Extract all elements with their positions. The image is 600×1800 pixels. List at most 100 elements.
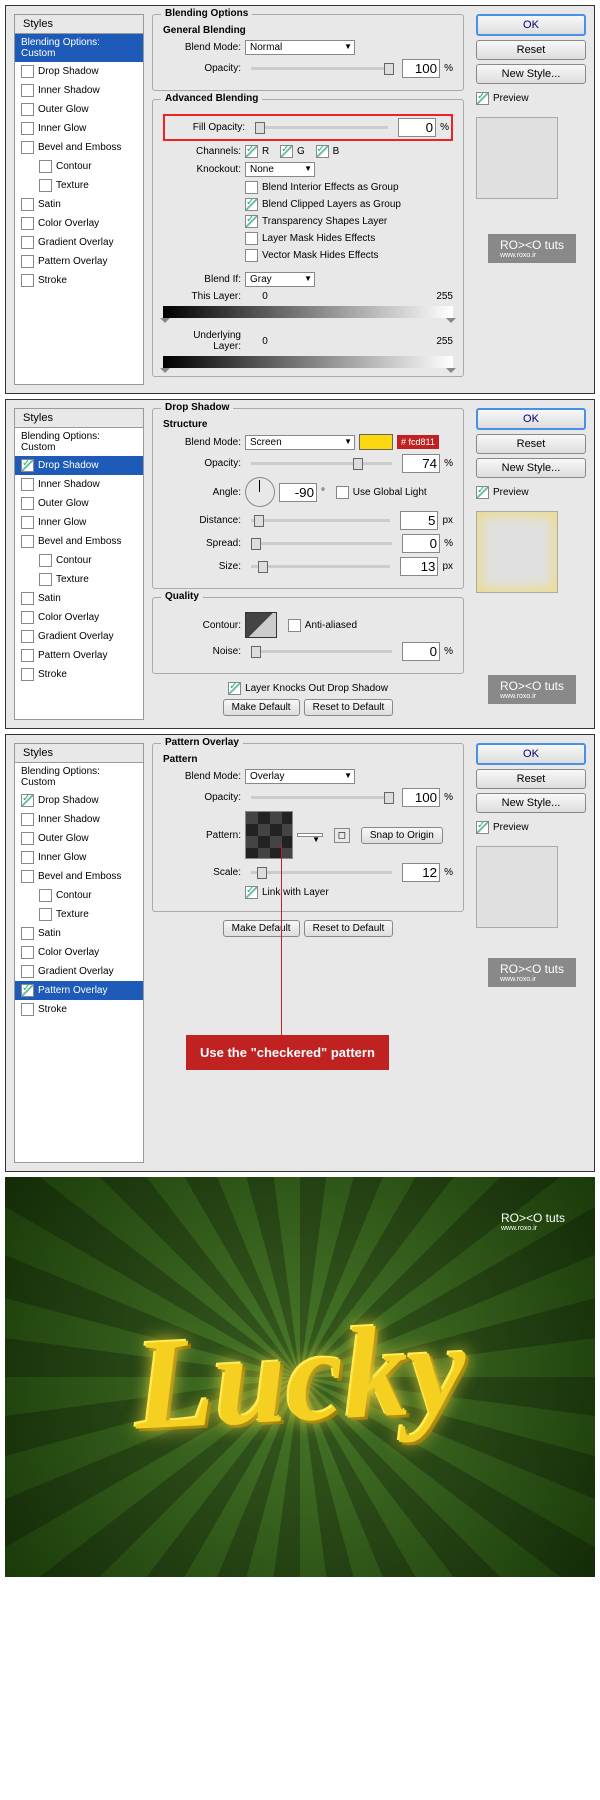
checkbox-icon[interactable] [21, 103, 34, 116]
checkbox-icon[interactable] [39, 179, 52, 192]
reset-button[interactable]: Reset [476, 40, 586, 60]
sidebar-item-gradient-overlay[interactable]: Gradient Overlay [15, 233, 143, 252]
sidebar-item-texture[interactable]: Texture [15, 905, 143, 924]
contour-picker[interactable] [245, 612, 277, 638]
checkbox-icon[interactable] [21, 611, 34, 624]
opacity-input[interactable] [402, 59, 440, 78]
vector-mask-hides-checkbox[interactable] [245, 249, 258, 262]
size-slider[interactable] [251, 565, 390, 568]
checkbox-icon[interactable] [21, 946, 34, 959]
angle-input[interactable] [279, 483, 317, 502]
sidebar-item-stroke[interactable]: Stroke [15, 271, 143, 290]
reset-default-button[interactable]: Reset to Default [304, 920, 394, 937]
new-style-button[interactable]: New Style... [476, 64, 586, 84]
scale-slider[interactable] [251, 871, 392, 874]
sidebar-item-inner-glow[interactable]: Inner Glow [15, 119, 143, 138]
sidebar-item-outer-glow[interactable]: Outer Glow [15, 100, 143, 119]
sidebar-item-outer-glow[interactable]: Outer Glow [15, 494, 143, 513]
checkbox-icon[interactable] [21, 592, 34, 605]
channel-g-checkbox[interactable] [280, 145, 293, 158]
ok-button[interactable]: OK [476, 743, 586, 765]
make-default-button[interactable]: Make Default [223, 920, 300, 937]
blend-clipped-checkbox[interactable] [245, 198, 258, 211]
distance-slider[interactable] [251, 519, 390, 522]
sidebar-item-stroke[interactable]: Stroke [15, 665, 143, 684]
sidebar-item-blending-options[interactable]: Blending Options: Custom [15, 763, 143, 791]
noise-input[interactable] [402, 642, 440, 661]
blend-interior-checkbox[interactable] [245, 181, 258, 194]
sidebar-item-blending-options[interactable]: Blending Options: Custom [15, 428, 143, 456]
knockout-dropdown[interactable]: None [245, 162, 315, 177]
sidebar-item-contour[interactable]: Contour [15, 886, 143, 905]
global-light-checkbox[interactable] [336, 486, 349, 499]
checkbox-icon[interactable] [21, 497, 34, 510]
reset-button[interactable]: Reset [476, 769, 586, 789]
sidebar-item-gradient-overlay[interactable]: Gradient Overlay [15, 627, 143, 646]
link-layer-checkbox[interactable] [245, 886, 258, 899]
sidebar-item-texture[interactable]: Texture [15, 570, 143, 589]
sidebar-item-inner-shadow[interactable]: Inner Shadow [15, 810, 143, 829]
sidebar-item-pattern-overlay[interactable]: Pattern Overlay [15, 252, 143, 271]
ok-button[interactable]: OK [476, 408, 586, 430]
sidebar-item-pattern-overlay[interactable]: Pattern Overlay [15, 646, 143, 665]
sidebar-item-satin[interactable]: Satin [15, 195, 143, 214]
checkbox-icon[interactable] [21, 813, 34, 826]
sidebar-item-color-overlay[interactable]: Color Overlay [15, 214, 143, 233]
sidebar-item-drop-shadow[interactable]: Drop Shadow [15, 791, 143, 810]
checkbox-icon[interactable] [21, 84, 34, 97]
reset-button[interactable]: Reset [476, 434, 586, 454]
preview-checkbox[interactable] [476, 92, 489, 105]
sidebar-item-inner-glow[interactable]: Inner Glow [15, 848, 143, 867]
scale-input[interactable] [402, 863, 440, 882]
sidebar-item-gradient-overlay[interactable]: Gradient Overlay [15, 962, 143, 981]
checkbox-icon[interactable] [21, 255, 34, 268]
spread-input[interactable] [402, 534, 440, 553]
sidebar-item-pattern-overlay[interactable]: Pattern Overlay [15, 981, 143, 1000]
checkbox-icon[interactable] [21, 794, 34, 807]
sidebar-item-satin[interactable]: Satin [15, 589, 143, 608]
anti-alias-checkbox[interactable] [288, 619, 301, 632]
sidebar-item-texture[interactable]: Texture [15, 176, 143, 195]
sidebar-item-satin[interactable]: Satin [15, 924, 143, 943]
layer-knocks-checkbox[interactable] [228, 682, 241, 695]
pattern-picker[interactable] [245, 811, 293, 859]
checkbox-icon[interactable] [21, 668, 34, 681]
angle-dial[interactable] [245, 477, 275, 507]
sidebar-item-contour[interactable]: Contour [15, 551, 143, 570]
snap-origin-button[interactable]: Snap to Origin [361, 827, 443, 844]
checkbox-icon[interactable] [21, 870, 34, 883]
sidebar-item-contour[interactable]: Contour [15, 157, 143, 176]
checkbox-icon[interactable] [21, 851, 34, 864]
checkbox-icon[interactable] [21, 965, 34, 978]
checkbox-icon[interactable] [21, 1003, 34, 1016]
checkbox-icon[interactable] [21, 274, 34, 287]
checkbox-icon[interactable] [21, 198, 34, 211]
checkbox-icon[interactable] [21, 459, 34, 472]
opacity-slider[interactable] [251, 67, 392, 70]
checkbox-icon[interactable] [39, 573, 52, 586]
size-input[interactable] [400, 557, 438, 576]
checkbox-icon[interactable] [21, 65, 34, 78]
checkbox-icon[interactable] [21, 832, 34, 845]
sidebar-item-outer-glow[interactable]: Outer Glow [15, 829, 143, 848]
checkbox-icon[interactable] [21, 630, 34, 643]
checkbox-icon[interactable] [39, 889, 52, 902]
blend-mode-dropdown[interactable]: Normal [245, 40, 355, 55]
opacity-slider[interactable] [251, 796, 392, 799]
blend-if-dropdown[interactable]: Gray [245, 272, 315, 287]
noise-slider[interactable] [251, 650, 392, 653]
sidebar-item-inner-shadow[interactable]: Inner Shadow [15, 81, 143, 100]
checkbox-icon[interactable] [21, 236, 34, 249]
preview-checkbox[interactable] [476, 486, 489, 499]
fill-opacity-input[interactable] [398, 118, 436, 137]
blend-mode-dropdown[interactable]: Overlay [245, 769, 355, 784]
checkbox-icon[interactable] [21, 535, 34, 548]
checkbox-icon[interactable] [39, 554, 52, 567]
sidebar-item-color-overlay[interactable]: Color Overlay [15, 943, 143, 962]
new-style-button[interactable]: New Style... [476, 793, 586, 813]
opacity-input[interactable] [402, 788, 440, 807]
checkbox-icon[interactable] [21, 122, 34, 135]
distance-input[interactable] [400, 511, 438, 530]
sidebar-item-stroke[interactable]: Stroke [15, 1000, 143, 1019]
checkbox-icon[interactable] [21, 984, 34, 997]
